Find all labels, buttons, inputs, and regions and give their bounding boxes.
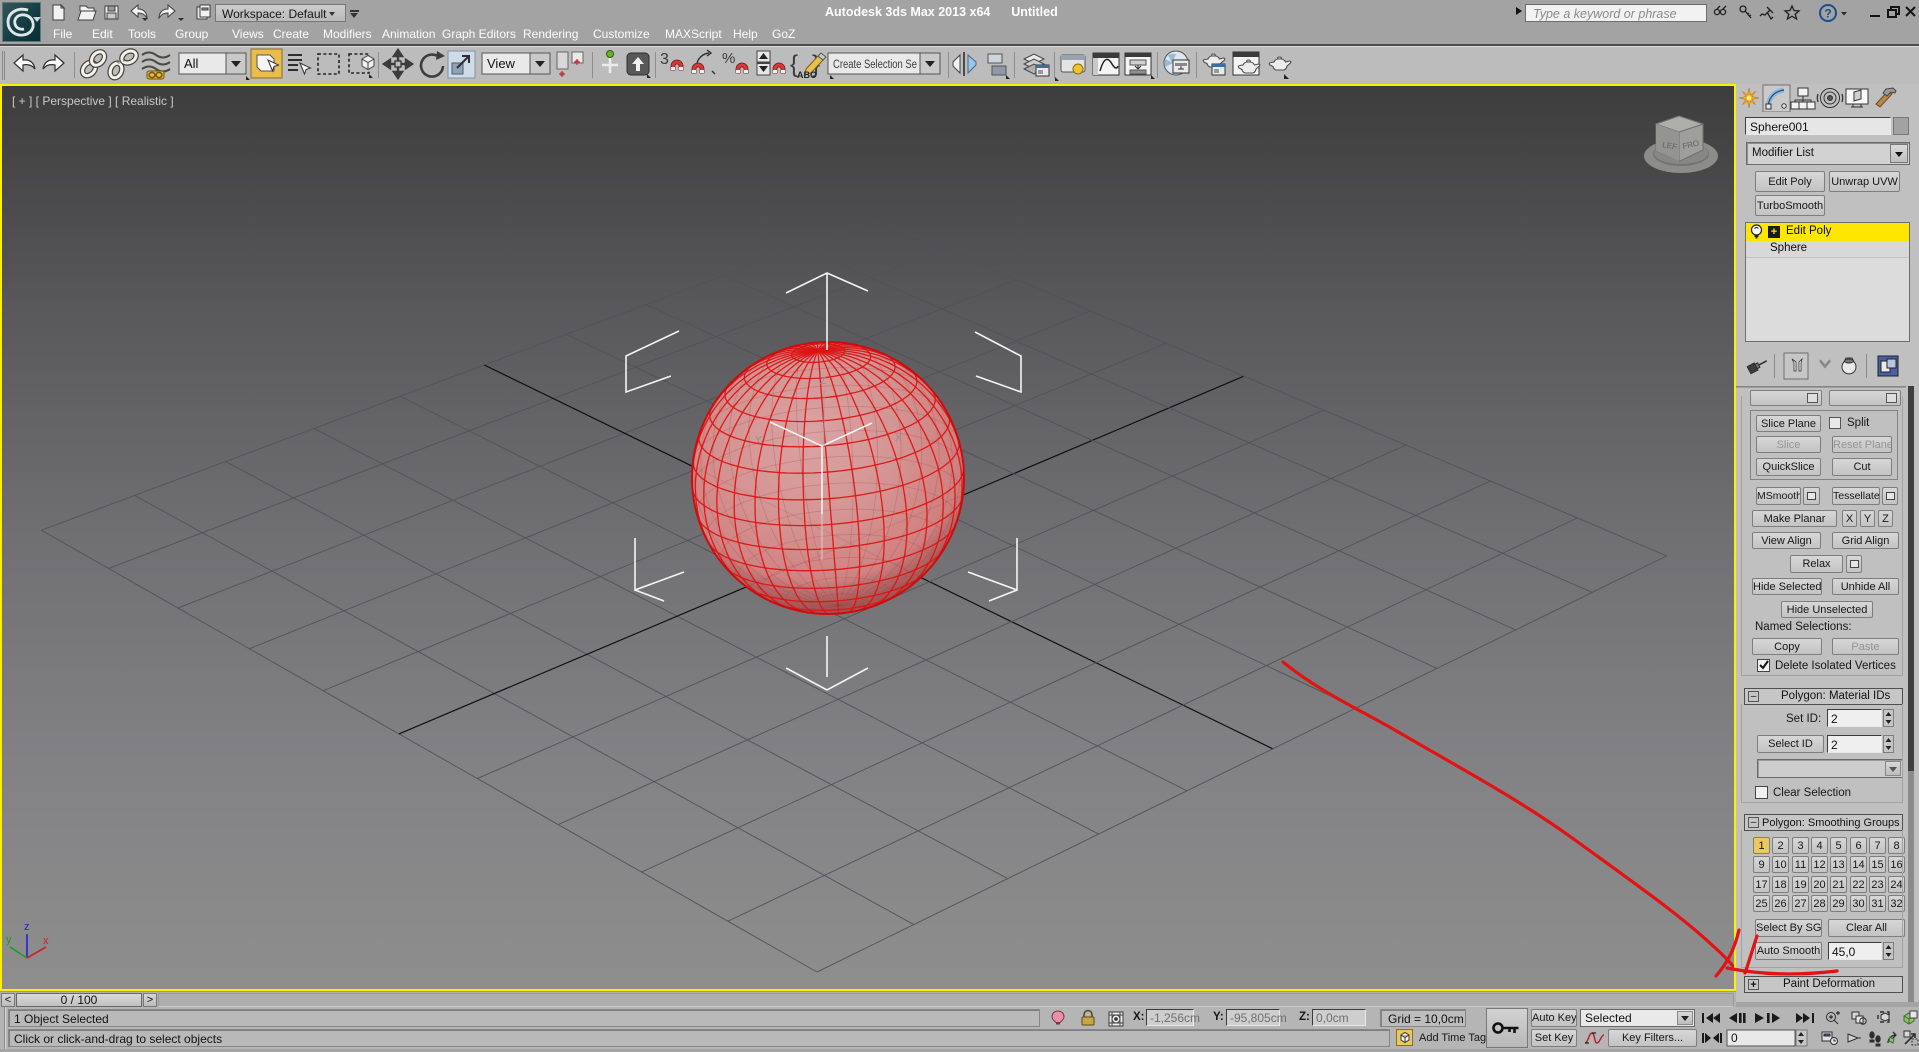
svg-text:x: x (43, 935, 49, 947)
svg-text:3: 3 (660, 51, 669, 68)
svg-text:y: y (6, 934, 12, 946)
svg-text:Y: Y (755, 435, 762, 446)
svg-text:View: View (487, 56, 516, 71)
svg-text:z: z (24, 921, 30, 933)
svg-text:0: 0 (1731, 1031, 1738, 1045)
svg-text:%: % (722, 50, 735, 67)
svg-text:Z: Z (820, 376, 826, 387)
svg-text:ABC: ABC (797, 70, 817, 80)
svg-text:?: ? (1824, 7, 1831, 21)
svg-text:All: All (184, 56, 199, 71)
svg-text:Create Selection Se: Create Selection Se (833, 59, 917, 71)
svg-text:X: X (895, 433, 902, 444)
